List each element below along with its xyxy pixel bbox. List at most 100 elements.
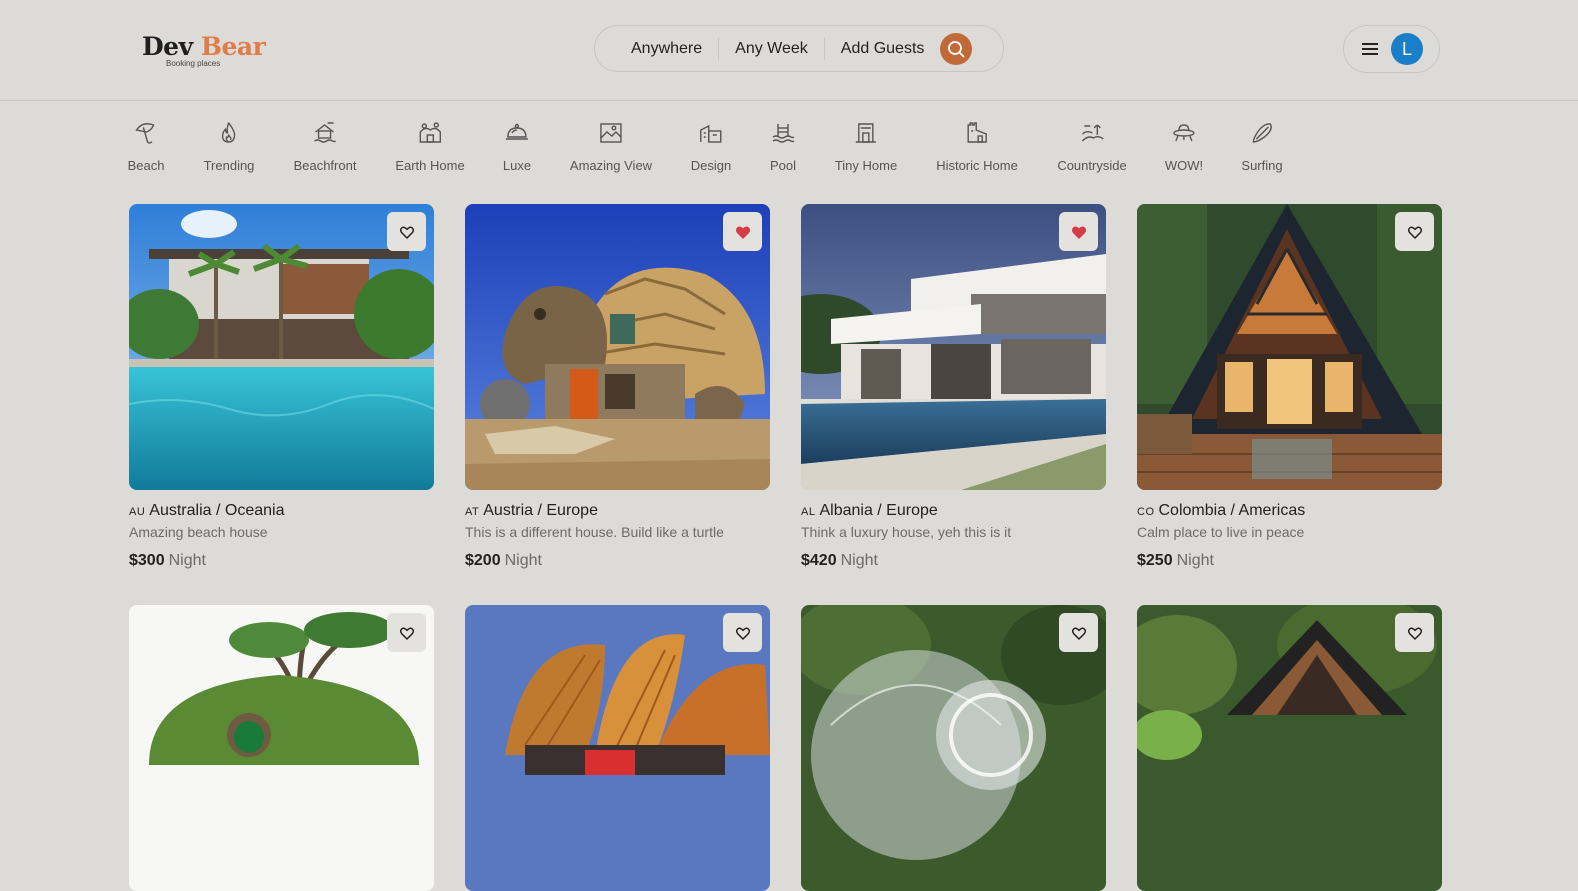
- ufo-icon: [1173, 124, 1195, 142]
- landscape-icon: [600, 123, 622, 143]
- price-unit: Night: [168, 552, 206, 569]
- listing-title: AL Albania / Europe: [801, 502, 1106, 520]
- tiny-home-icon: [856, 123, 876, 143]
- listing-card[interactable]: [1137, 605, 1442, 891]
- cloche-icon: [505, 123, 528, 140]
- category-beach[interactable]: Beach: [128, 118, 164, 173]
- price-amount: $250: [1137, 552, 1173, 569]
- listing-price: $420 Night: [801, 552, 1106, 570]
- country-code: AL: [801, 506, 816, 518]
- listing-price: $250 Night: [1137, 552, 1442, 570]
- listing-photo[interactable]: [801, 605, 1106, 891]
- listing-title: AT Austria / Europe: [465, 502, 770, 520]
- listing-photo[interactable]: [801, 204, 1106, 490]
- category-countryside[interactable]: Countryside: [1057, 118, 1127, 173]
- listing-description: Amazing beach house: [129, 524, 268, 540]
- castle-icon: [967, 122, 987, 143]
- price-amount: $200: [465, 552, 501, 569]
- search-button[interactable]: [940, 32, 973, 65]
- earth-home-icon: [419, 122, 441, 143]
- category-label: Amazing View: [569, 158, 653, 173]
- category-label: WOW!: [1164, 158, 1204, 173]
- listing-photo[interactable]: [1137, 605, 1442, 891]
- listing-photo[interactable]: [1137, 204, 1442, 490]
- favorite-button[interactable]: [387, 212, 426, 251]
- category-label: Surfing: [1241, 158, 1283, 173]
- listing-photo[interactable]: [129, 605, 434, 891]
- umbrella-icon: [135, 123, 155, 144]
- category-trending[interactable]: Trending: [204, 118, 254, 173]
- category-label: Countryside: [1057, 158, 1127, 173]
- listing-description: Calm place to live in peace: [1137, 524, 1305, 540]
- heart-icon: [1407, 226, 1422, 239]
- listing-card[interactable]: [801, 605, 1106, 891]
- category-beachfront[interactable]: Beachfront: [293, 118, 357, 173]
- countryside-icon: [1081, 124, 1104, 142]
- search-bar[interactable]: Anywhere Any Week Add Guests: [594, 25, 1004, 72]
- category-luxe[interactable]: Luxe: [503, 118, 531, 173]
- brand-name-part1: Dev: [142, 32, 193, 61]
- category-pool[interactable]: Pool: [770, 118, 796, 173]
- listing-title: AU Australia / Oceania: [129, 502, 434, 520]
- favorite-button[interactable]: [1059, 613, 1098, 652]
- heart-icon: [1071, 627, 1086, 640]
- pool-icon: [772, 124, 795, 143]
- listing-location: Austria / Europe: [483, 502, 598, 519]
- heart-icon: [1407, 627, 1422, 640]
- favorite-button[interactable]: [723, 613, 762, 652]
- country-code: AU: [129, 506, 146, 518]
- listing-photo[interactable]: [129, 204, 434, 490]
- category-surfing[interactable]: Surfing: [1241, 118, 1283, 173]
- beachfront-icon: [314, 122, 337, 143]
- listing-card[interactable]: [129, 605, 434, 891]
- hamburger-icon: [1362, 40, 1378, 58]
- building-icon: [700, 124, 722, 143]
- listing-card[interactable]: [465, 605, 770, 891]
- heart-icon: [735, 627, 750, 640]
- price-amount: $300: [129, 552, 165, 569]
- avatar: L: [1391, 33, 1423, 65]
- user-menu-button[interactable]: L: [1343, 25, 1440, 73]
- listing-card[interactable]: AL Albania / Europe Think a luxury house,…: [801, 204, 1106, 570]
- category-design[interactable]: Design: [691, 118, 731, 173]
- category-label: Luxe: [502, 158, 532, 173]
- heart-filled-icon: [1071, 226, 1086, 239]
- top-header: Dev Bear Booking places Anywhere Any Wee…: [0, 0, 1578, 101]
- listing-card[interactable]: CO Colombia / Americas Calm place to live…: [1137, 204, 1442, 570]
- category-amazing-view[interactable]: Amazing View: [570, 118, 652, 173]
- favorite-button[interactable]: [387, 613, 426, 652]
- search-when[interactable]: Any Week: [719, 40, 824, 58]
- listing-card[interactable]: AU Australia / Oceania Amazing beach hous…: [129, 204, 434, 570]
- category-label: Historic Home: [936, 158, 1018, 173]
- search-icon: [948, 40, 965, 57]
- category-label: Pool: [769, 158, 797, 173]
- brand-logo[interactable]: Dev Bear Booking places: [142, 32, 266, 69]
- category-earth-home[interactable]: Earth Home: [395, 118, 465, 173]
- listing-price: $200 Night: [465, 552, 770, 570]
- listing-photo[interactable]: [465, 605, 770, 891]
- flame-icon: [222, 122, 236, 143]
- favorite-button[interactable]: [723, 212, 762, 251]
- category-wow[interactable]: WOW!: [1165, 118, 1203, 173]
- category-tiny-home[interactable]: Tiny Home: [835, 118, 897, 173]
- listing-location: Colombia / Americas: [1158, 502, 1306, 519]
- listing-card[interactable]: AT Austria / Europe This is a different h…: [465, 204, 770, 570]
- price-amount: $420: [801, 552, 837, 569]
- price-unit: Night: [1176, 552, 1214, 569]
- search-guests[interactable]: Add Guests: [825, 40, 941, 58]
- listing-location: Albania / Europe: [819, 502, 938, 519]
- listing-photo[interactable]: [465, 204, 770, 490]
- favorite-button[interactable]: [1395, 613, 1434, 652]
- price-unit: Night: [840, 552, 878, 569]
- favorite-button[interactable]: [1059, 212, 1098, 251]
- category-label: Beachfront: [293, 158, 357, 173]
- category-label: Design: [690, 158, 732, 173]
- country-code: AT: [465, 506, 480, 518]
- category-historic-home[interactable]: Historic Home: [936, 118, 1018, 173]
- heart-icon: [399, 627, 414, 640]
- category-label: Earth Home: [395, 158, 465, 173]
- listing-description: This is a different house. Build like a …: [465, 524, 724, 540]
- search-where[interactable]: Anywhere: [595, 40, 718, 58]
- favorite-button[interactable]: [1395, 212, 1434, 251]
- country-code: CO: [1137, 506, 1155, 518]
